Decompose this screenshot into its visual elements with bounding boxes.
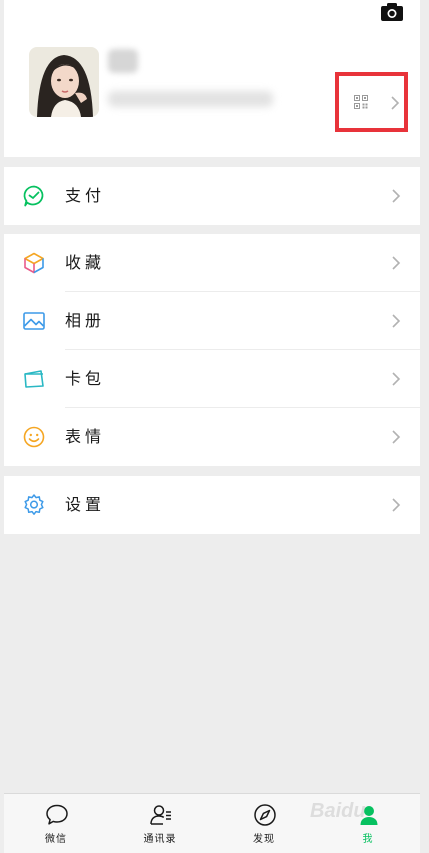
menu-item-settings[interactable]: 设置 bbox=[4, 476, 420, 534]
contacts-icon bbox=[150, 805, 171, 825]
menu-item-card-wallet[interactable]: 卡包 bbox=[4, 350, 420, 408]
discover-icon bbox=[254, 804, 276, 826]
tab-discover[interactable]: 发现 bbox=[212, 794, 316, 853]
chevron-right-icon bbox=[392, 498, 401, 512]
chevron-right-icon[interactable] bbox=[389, 95, 401, 111]
tab-label: 微信 bbox=[45, 834, 67, 845]
chevron-right-icon bbox=[392, 314, 401, 328]
bottom-tab-bar: 微信 通讯录 发现 我 bbox=[4, 793, 420, 853]
card-wallet-icon bbox=[24, 370, 44, 388]
tab-contacts[interactable]: 通讯录 bbox=[108, 794, 212, 853]
tab-label: 发现 bbox=[253, 834, 275, 845]
menu-item-label: 设置 bbox=[65, 495, 106, 514]
chevron-right-icon bbox=[392, 189, 401, 203]
menu-item-album[interactable]: 相册 bbox=[4, 292, 420, 350]
me-page: 支付 收藏 相册 卡包 表情 设置 微信 通讯录 发现 我 Baidu bbox=[4, 0, 420, 853]
tab-me[interactable]: 我 bbox=[316, 794, 420, 853]
tab-label: 通讯录 bbox=[143, 834, 177, 845]
menu-item-favorites[interactable]: 收藏 bbox=[4, 234, 420, 292]
menu-item-label: 收藏 bbox=[65, 253, 106, 272]
favorites-icon bbox=[24, 252, 44, 274]
sticker-icon bbox=[23, 426, 45, 448]
menu-item-label: 相册 bbox=[65, 311, 106, 330]
chevron-right-icon bbox=[392, 372, 401, 386]
qr-code-icon[interactable] bbox=[354, 95, 368, 109]
tab-label: 我 bbox=[362, 834, 374, 845]
avatar[interactable] bbox=[29, 47, 99, 117]
pay-section: 支付 bbox=[4, 167, 420, 225]
profile-header[interactable] bbox=[4, 0, 420, 157]
me-icon bbox=[360, 806, 378, 825]
menu-item-label: 支付 bbox=[65, 186, 106, 205]
chevron-right-icon bbox=[392, 430, 401, 444]
pay-icon bbox=[23, 185, 44, 207]
menu-item-label: 表情 bbox=[65, 427, 106, 446]
tab-chats[interactable]: 微信 bbox=[4, 794, 108, 853]
chat-icon bbox=[46, 804, 68, 825]
menu-item-stickers[interactable]: 表情 bbox=[4, 408, 420, 466]
menu-item-label: 卡包 bbox=[65, 369, 106, 388]
camera-icon[interactable] bbox=[380, 2, 404, 22]
album-icon bbox=[23, 312, 45, 330]
services-section: 收藏 相册 卡包 表情 bbox=[4, 234, 420, 466]
chevron-right-icon bbox=[392, 256, 401, 270]
settings-icon bbox=[24, 494, 44, 515]
menu-item-pay[interactable]: 支付 bbox=[4, 167, 420, 225]
nickname-redacted bbox=[108, 49, 138, 73]
settings-section: 设置 bbox=[4, 476, 420, 534]
wechat-id-redacted bbox=[108, 91, 273, 107]
